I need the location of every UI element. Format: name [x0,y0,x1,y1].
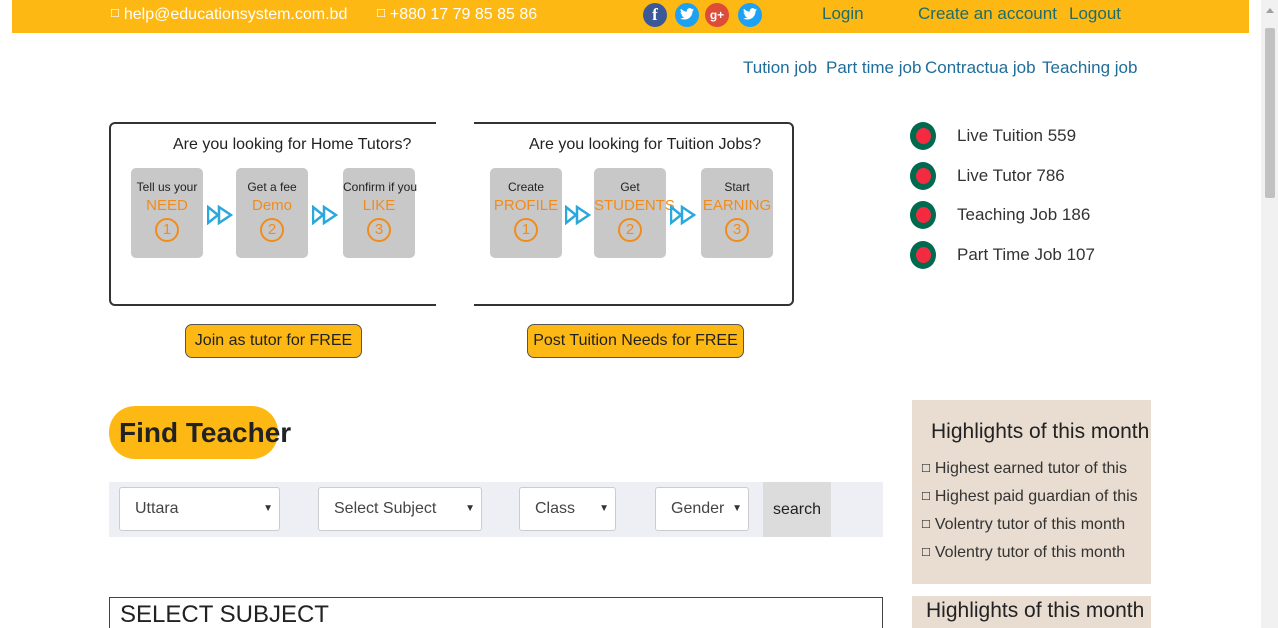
subject-select[interactable]: Select Subject ▼ [318,487,482,531]
find-teacher-heading: Find Teacher [109,406,291,459]
bullet-icon: ☐ [921,490,931,503]
highlight-item[interactable]: ☐ Volentry tutor of this month [921,544,1125,562]
bangladesh-flag-icon [910,122,936,150]
highlights-panel-2: Highlights of this month [912,596,1151,628]
step-earning: Start EARNING 3 [701,168,773,258]
post-tuition-button[interactable]: Post Tuition Needs for FREE [527,324,744,358]
highlight-item[interactable]: ☐ Volentry tutor of this month [921,516,1125,534]
step-profile: Create PROFILE 1 [490,168,562,258]
email-text: help@educationsystem.com.bd [123,6,348,23]
bangladesh-flag-icon [910,241,936,269]
bangladesh-flag-icon [910,201,936,229]
home-tutors-title: Are you looking for Home Tutors? [173,136,412,153]
bullet-icon: ☐ [921,546,931,559]
step-students: Get STUDENTS 2 [594,168,675,258]
facebook-icon[interactable]: f [643,3,667,27]
nav-teaching-job[interactable]: Teaching job [1042,58,1137,78]
scroll-up-icon[interactable] [1266,8,1274,13]
bullet-icon: ☐ [921,518,931,531]
live-stat-item[interactable]: Live Tuition 559 [910,122,1140,152]
highlight-item[interactable]: ☐ Highest earned tutor of this [921,460,1127,478]
live-stat-item[interactable]: Teaching Job 186 [910,201,1140,231]
double-arrow-icon [670,205,696,225]
join-tutor-button[interactable]: Join as tutor for FREE [185,324,362,358]
highlight-item[interactable]: ☐ Highest paid guardian of this [921,488,1138,506]
envelope-icon: ☐ [110,7,120,20]
caret-down-icon: ▼ [263,503,273,514]
google-plus-icon[interactable]: g+ [705,3,729,27]
twitter-icon[interactable] [675,3,699,27]
class-select[interactable]: Class ▼ [519,487,616,531]
location-select[interactable]: Uttara ▼ [119,487,280,531]
nav-tution-job[interactable]: Tution job [743,58,817,78]
twitter-icon[interactable] [738,3,762,27]
step-like: Confirm if you LIKE 3 [343,168,417,258]
gender-select[interactable]: Gender ▼ [655,487,749,531]
caret-down-icon: ▼ [599,503,609,514]
live-stat-item[interactable]: Part Time Job 107 [910,241,1140,271]
page-scrollbar[interactable] [1261,0,1278,628]
select-subject-panel: SELECT SUBJECT [109,597,883,628]
highlights-panel: Highlights of this month ☐ Highest earned… [912,400,1151,584]
double-arrow-icon [565,205,591,225]
highlights-title-2: Highlights of this month [926,599,1145,622]
caret-down-icon: ▼ [465,503,475,514]
tuition-jobs-title: Are you looking for Tuition Jobs? [529,136,762,153]
logout-link[interactable]: Logout [1069,4,1121,24]
double-arrow-icon [312,205,338,225]
bullet-icon: ☐ [921,462,931,475]
highlights-title: Highlights of this month [931,420,1150,443]
nav-part-time-job[interactable]: Part time job [826,58,921,78]
phone-text: +880 17 79 85 85 86 [389,6,538,23]
phone-contact[interactable]: ☐ +880 17 79 85 85 86 [376,4,537,25]
search-button[interactable]: search [763,482,831,537]
teacher-filter-bar: Uttara ▼ Select Subject ▼ Class ▼ Gender ▼ s… [109,482,883,537]
email-contact[interactable]: ☐ help@educationsystem.com.bd [110,4,347,25]
nav-contractual-job[interactable]: Contractua job [925,58,1036,78]
bangladesh-flag-icon [910,162,936,190]
live-stat-item[interactable]: Live Tutor 786 [910,162,1140,192]
login-link[interactable]: Login [822,4,864,24]
select-subject-heading: SELECT SUBJECT [120,601,329,628]
top-bar: ☐ help@educationsystem.com.bd ☐ +880 17 79… [12,0,1249,33]
step-demo: Get a fee Demo 2 [236,168,308,258]
phone-icon: ☐ [376,7,386,20]
caret-down-icon: ▼ [732,503,742,514]
double-arrow-icon [207,205,233,225]
how-it-works-panel: Are you looking for Home Tutors? Are you… [109,120,794,310]
step-need: Tell us your NEED 1 [131,168,203,258]
create-account-link[interactable]: Create an account [918,4,1057,24]
scrollbar-thumb[interactable] [1265,28,1275,198]
